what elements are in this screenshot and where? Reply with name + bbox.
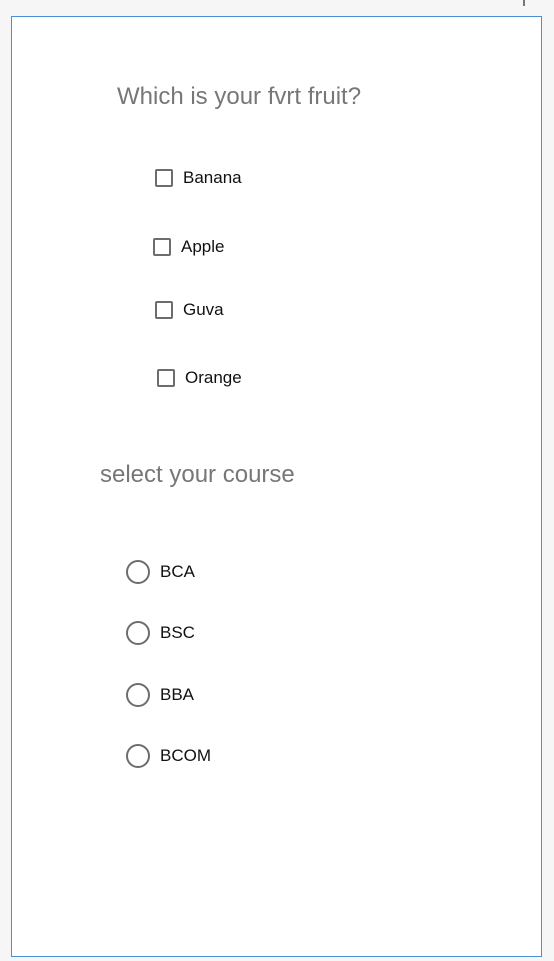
radio-icon[interactable] (126, 560, 150, 584)
radio-icon[interactable] (126, 683, 150, 707)
checkbox-icon[interactable] (157, 369, 175, 387)
checkbox-option-apple[interactable]: Apple (153, 237, 224, 257)
radio-label: BBA (160, 685, 195, 704)
checkbox-option-guva[interactable]: Guva (155, 300, 224, 320)
radio-icon[interactable] (126, 744, 150, 768)
radio-option-bca[interactable]: BCA (126, 560, 195, 584)
radio-option-bcom[interactable]: BCOM (126, 744, 211, 768)
checkbox-option-orange[interactable]: Orange (157, 368, 242, 388)
checkbox-icon[interactable] (155, 169, 173, 187)
radio-icon[interactable] (126, 621, 150, 645)
checkbox-option-banana[interactable]: Banana (155, 168, 242, 188)
form-screen: Which is your fvrt fruit? Banana Apple G… (11, 16, 542, 957)
radio-label: BCOM (160, 746, 211, 765)
radio-label: BSC (160, 623, 195, 642)
checkbox-label: Guva (183, 300, 224, 319)
radio-option-bsc[interactable]: BSC (126, 621, 195, 645)
radio-option-bba[interactable]: BBA (126, 683, 194, 707)
checkbox-icon[interactable] (153, 238, 171, 256)
fruit-question-title: Which is your fvrt fruit? (117, 83, 362, 110)
radio-label: BCA (160, 562, 195, 581)
top-edge-mark (523, 0, 525, 6)
course-question-title: select your course (100, 461, 295, 488)
checkbox-label: Apple (181, 237, 225, 256)
checkbox-icon[interactable] (155, 301, 173, 319)
checkbox-label: Orange (185, 368, 242, 387)
checkbox-label: Banana (183, 168, 242, 187)
